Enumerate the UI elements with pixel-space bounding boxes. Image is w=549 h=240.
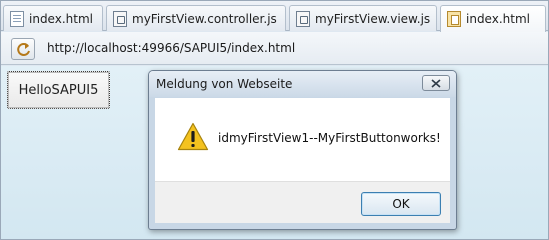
tab-label: index.html bbox=[466, 12, 530, 26]
dialog-footer: OK bbox=[155, 181, 450, 223]
ok-button[interactable]: OK bbox=[361, 192, 441, 216]
alert-dialog: Meldung von Webseite idmyFirstView1--MyF… bbox=[148, 70, 457, 230]
address-bar: http://localhost:49966/SAPUI5/index.html bbox=[1, 32, 548, 65]
refresh-icon bbox=[17, 43, 30, 56]
dialog-message: idmyFirstView1--MyFirstButtonworks! bbox=[218, 131, 441, 145]
dialog-title: Meldung von Webseite bbox=[156, 77, 293, 91]
warning-icon bbox=[177, 122, 209, 151]
tab-label: myFirstView.controller.js bbox=[132, 11, 277, 26]
tab-view-js[interactable]: myFirstView.view.js bbox=[289, 5, 437, 31]
dialog-body: idmyFirstView1--MyFirstButtonworks! bbox=[155, 98, 450, 181]
browser-window: index.html myFirstView.controller.js myF… bbox=[0, 0, 549, 240]
page-icon bbox=[10, 10, 24, 27]
tab-index-html-active[interactable]: index.html bbox=[440, 5, 546, 32]
close-button[interactable] bbox=[422, 75, 450, 91]
html-file-icon bbox=[447, 11, 461, 27]
close-icon bbox=[431, 79, 441, 88]
js-file-icon bbox=[296, 10, 310, 27]
tab-controller-js[interactable]: myFirstView.controller.js bbox=[106, 5, 286, 31]
tab-bar: index.html myFirstView.controller.js myF… bbox=[1, 1, 548, 32]
tab-label: index.html bbox=[29, 11, 93, 26]
tab-label: myFirstView.view.js bbox=[315, 11, 431, 26]
js-file-icon bbox=[113, 10, 127, 27]
url-field[interactable]: http://localhost:49966/SAPUI5/index.html bbox=[47, 41, 295, 55]
refresh-button[interactable] bbox=[11, 38, 35, 60]
hello-sapui5-button[interactable]: HelloSAPUI5 bbox=[7, 71, 110, 109]
tab-index-html[interactable]: index.html bbox=[3, 5, 103, 31]
dialog-titlebar: Meldung von Webseite bbox=[149, 71, 456, 97]
